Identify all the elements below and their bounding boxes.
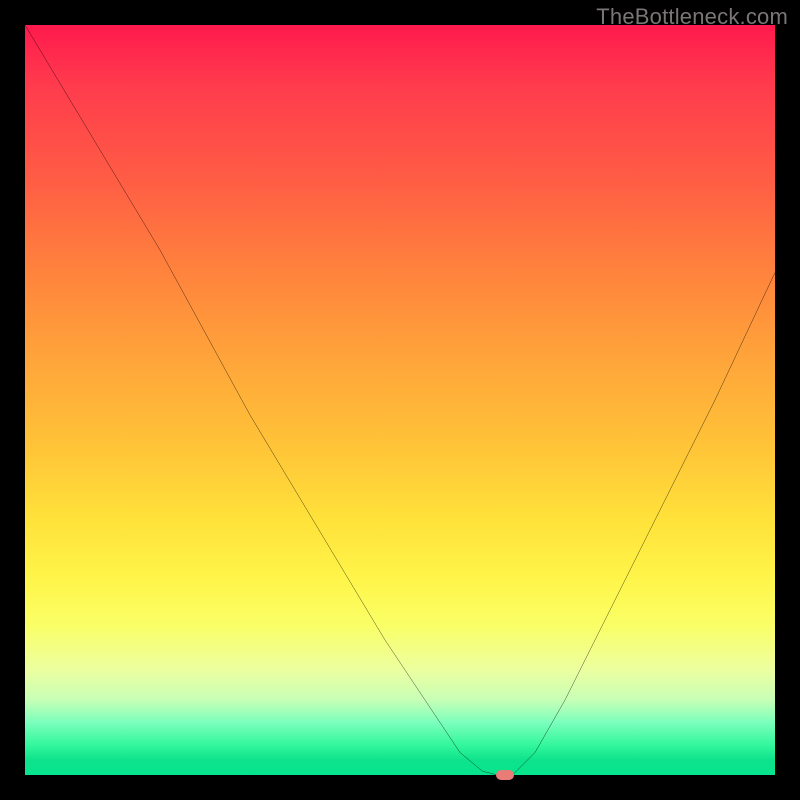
min-marker [496,770,514,780]
curve-path [25,25,775,775]
bottleneck-curve [25,25,775,775]
plot-area [25,25,775,775]
chart-canvas: TheBottleneck.com [0,0,800,800]
